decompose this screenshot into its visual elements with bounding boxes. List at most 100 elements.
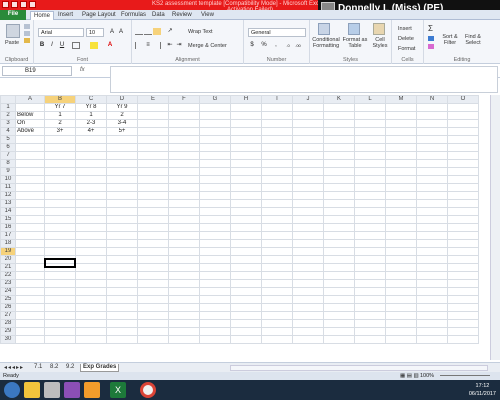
cell[interactable] [385,119,417,128]
cell[interactable] [106,215,138,224]
cell[interactable] [199,319,231,328]
cell[interactable] [106,143,138,152]
cell[interactable] [261,135,293,144]
cell[interactable] [106,303,138,312]
cell[interactable] [447,263,479,272]
cell[interactable] [15,175,45,184]
cell[interactable] [354,319,386,328]
cell[interactable] [416,319,448,328]
cell[interactable] [292,151,324,160]
cell[interactable] [416,271,448,280]
cell[interactable] [416,151,448,160]
cell[interactable] [354,143,386,152]
cell[interactable] [261,207,293,216]
column-header[interactable]: N [416,95,448,104]
cell[interactable] [75,199,107,208]
cell[interactable] [106,183,138,192]
cell[interactable] [75,215,107,224]
cell[interactable] [447,127,479,136]
italic-button[interactable]: I [48,42,56,49]
cell[interactable] [199,151,231,160]
cell[interactable] [230,247,262,256]
cell[interactable] [416,215,448,224]
cell[interactable] [385,111,417,120]
cell[interactable] [15,191,45,200]
cell[interactable] [416,231,448,240]
row-header[interactable]: 5 [0,135,16,144]
cell[interactable] [292,231,324,240]
cell[interactable] [447,151,479,160]
cell[interactable] [230,327,262,336]
cell[interactable] [416,111,448,120]
format-as-table-button[interactable]: Format as Table [342,37,368,49]
cell[interactable] [447,311,479,320]
cell[interactable] [106,247,138,256]
cell[interactable] [416,247,448,256]
cell[interactable] [75,183,107,192]
cell[interactable] [416,135,448,144]
cell[interactable] [106,223,138,232]
cell[interactable] [15,199,45,208]
cell[interactable] [261,263,293,272]
cell[interactable] [230,143,262,152]
cell[interactable] [261,127,293,136]
cell[interactable] [137,175,169,184]
cell[interactable] [137,335,169,344]
cell[interactable] [416,255,448,264]
cell[interactable] [323,135,355,144]
format-painter-icon[interactable] [24,38,30,43]
file-tab[interactable]: File [0,10,26,20]
cell[interactable] [199,167,231,176]
cell[interactable] [323,279,355,288]
cell[interactable] [137,119,169,128]
cell[interactable] [137,231,169,240]
cell[interactable] [199,223,231,232]
cell[interactable] [292,263,324,272]
cell[interactable] [354,167,386,176]
cell[interactable] [416,159,448,168]
cell[interactable] [106,255,138,264]
cell[interactable] [106,327,138,336]
cell[interactable] [137,247,169,256]
cell[interactable] [15,223,45,232]
cell[interactable] [323,215,355,224]
cell[interactable] [261,143,293,152]
cell[interactable] [15,207,45,216]
cell[interactable] [292,319,324,328]
cell[interactable] [323,175,355,184]
row-header[interactable]: 20 [0,255,16,264]
cell[interactable] [416,103,448,112]
cell[interactable]: 2-3 [75,119,107,128]
cell[interactable] [385,135,417,144]
cell[interactable] [447,159,479,168]
row-header[interactable]: 8 [0,159,16,168]
cell[interactable] [447,287,479,296]
cell[interactable] [416,303,448,312]
cell[interactable] [199,111,231,120]
cell[interactable] [75,231,107,240]
cell[interactable] [447,183,479,192]
tab-view[interactable]: View [201,11,214,20]
cell[interactable] [447,231,479,240]
cell[interactable] [106,295,138,304]
cell[interactable] [75,271,107,280]
cell[interactable] [261,279,293,288]
cell[interactable] [137,311,169,320]
cell[interactable] [292,191,324,200]
cell[interactable] [323,303,355,312]
cell[interactable] [199,199,231,208]
paste-button[interactable]: Paste [5,40,19,46]
column-header[interactable]: C [75,95,107,104]
cell[interactable] [15,319,45,328]
cell[interactable] [323,223,355,232]
row-header[interactable]: 4 [0,127,16,136]
cell[interactable] [44,295,76,304]
cell[interactable] [230,239,262,248]
cell[interactable] [168,295,200,304]
select-all-corner[interactable] [0,95,16,104]
cell[interactable] [354,207,386,216]
cell[interactable] [106,311,138,320]
save-icon[interactable] [11,1,18,8]
cell[interactable] [447,327,479,336]
zoom-level[interactable]: 100% [420,373,434,379]
